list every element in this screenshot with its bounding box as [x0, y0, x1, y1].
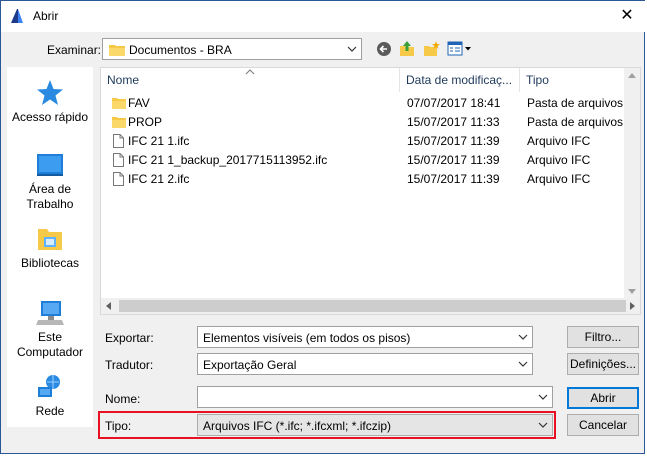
chevron-down-icon: [538, 394, 548, 400]
back-icon[interactable]: [376, 41, 392, 57]
sidebar-item-label: Rede: [35, 404, 65, 418]
horizontal-scrollbar[interactable]: [101, 298, 640, 314]
chevron-down-icon: [518, 361, 528, 367]
look-in-value: Documentos - BRA: [129, 43, 232, 57]
file-row[interactable]: IFC 21 2.ifc 15/07/2017 11:39 Arquivo IF…: [101, 170, 626, 189]
folder-icon: [112, 98, 126, 109]
file-type: Pasta de arquivos: [527, 115, 624, 129]
column-header-date[interactable]: Data de modificaç...: [400, 68, 519, 92]
scroll-down-icon[interactable]: [628, 289, 636, 294]
file-date: 15/07/2017 11:39: [407, 134, 500, 148]
file-type: Pasta de arquivos: [527, 96, 624, 110]
document-icon: [113, 134, 124, 148]
chevron-down-icon: [538, 422, 548, 428]
file-row[interactable]: FAV 07/07/2017 18:41 Pasta de arquivos: [101, 94, 626, 113]
sidebar-item-label: Área de Trabalho: [26, 182, 74, 211]
window-title: Abrir: [33, 9, 59, 23]
file-name: IFC 21 2.ifc: [128, 172, 190, 186]
star-icon: [37, 80, 63, 105]
places-sidebar: Acesso rápido Área de Trabalho Bibliotec…: [7, 67, 93, 427]
export-label: Exportar:: [105, 331, 154, 345]
libraries-icon: [38, 229, 62, 250]
export-combo[interactable]: Elementos visíveis (em todos os pisos): [197, 326, 533, 348]
sidebar-item-quick-access[interactable]: Acesso rápido: [7, 79, 93, 124]
up-folder-icon[interactable]: [399, 40, 416, 57]
file-date: 15/07/2017 11:33: [407, 115, 500, 129]
scrollbar-thumb[interactable]: [119, 300, 626, 312]
app-icon: [9, 8, 25, 24]
scroll-up-icon[interactable]: [628, 73, 636, 78]
type-label: Tipo:: [105, 419, 132, 433]
scroll-right-icon[interactable]: [630, 302, 635, 310]
chevron-down-icon: [347, 46, 357, 52]
column-header-type[interactable]: Tipo: [520, 68, 620, 92]
folder-icon: [112, 117, 126, 128]
translator-combo[interactable]: Exportação Geral: [197, 353, 533, 375]
chevron-down-icon: [518, 334, 528, 340]
file-row[interactable]: IFC 21 1_backup_2017715113952.ifc 15/07/…: [101, 151, 626, 170]
computer-icon: [36, 301, 64, 325]
sidebar-item-this-pc[interactable]: Este Computador: [7, 299, 93, 360]
sidebar-item-label: Este Computador: [16, 330, 84, 359]
sidebar-item-libraries[interactable]: Bibliotecas: [7, 225, 93, 270]
file-name-input[interactable]: [197, 386, 553, 408]
vertical-scrollbar[interactable]: [624, 68, 640, 299]
name-label: Nome:: [105, 392, 141, 406]
sidebar-item-desktop[interactable]: Área de Trabalho: [7, 151, 93, 212]
file-list[interactable]: Nome Data de modificaç... Tipo FAV 07/07…: [100, 67, 641, 315]
open-dialog: Abrir ✕ Examinar: Documentos - BRA Acess…: [0, 0, 646, 454]
settings-button[interactable]: Definições...: [567, 353, 639, 375]
look-in-label: Examinar:: [47, 43, 102, 57]
desktop-icon: [37, 154, 63, 176]
file-name: FAV: [128, 96, 150, 110]
look-in-combo[interactable]: Documentos - BRA: [102, 38, 362, 60]
file-date: 15/07/2017 11:39: [407, 153, 500, 167]
scroll-left-icon[interactable]: [106, 302, 111, 310]
view-menu-icon[interactable]: [447, 41, 473, 57]
file-name: PROP: [128, 115, 163, 129]
file-name: IFC 21 1_backup_2017715113952.ifc: [128, 153, 328, 167]
document-icon: [113, 153, 124, 167]
file-type-combo[interactable]: Arquivos IFC (*.ifc; *.ifcxml; *.ifczip): [197, 414, 553, 436]
cancel-button[interactable]: Cancelar: [567, 414, 639, 436]
open-button[interactable]: Abrir: [567, 387, 639, 409]
network-icon: [38, 375, 60, 397]
new-folder-icon[interactable]: [423, 41, 440, 57]
column-header-name[interactable]: Nome: [101, 68, 399, 92]
translator-value: Exportação Geral: [203, 358, 297, 372]
file-type: Arquivo IFC: [527, 153, 591, 167]
file-row[interactable]: PROP 15/07/2017 11:33 Pasta de arquivos: [101, 113, 626, 132]
file-date: 15/07/2017 11:39: [407, 172, 500, 186]
filter-button[interactable]: Filtro...: [567, 326, 639, 348]
file-date: 07/07/2017 18:41: [407, 96, 501, 110]
sidebar-item-label: Acesso rápido: [11, 110, 89, 124]
title-bar: Abrir ✕: [1, 1, 646, 32]
sort-up-icon: [245, 69, 255, 75]
close-button[interactable]: ✕: [616, 5, 638, 27]
folder-icon: [109, 45, 125, 56]
sidebar-item-network[interactable]: Rede: [7, 373, 93, 418]
sidebar-item-label: Bibliotecas: [20, 256, 80, 270]
file-type-value: Arquivos IFC (*.ifc; *.ifcxml; *.ifczip): [203, 419, 392, 433]
file-name: IFC 21 1.ifc: [128, 134, 190, 148]
export-value: Elementos visíveis (em todos os pisos): [203, 331, 411, 345]
file-type: Arquivo IFC: [527, 134, 591, 148]
file-type: Arquivo IFC: [527, 172, 591, 186]
document-icon: [113, 172, 124, 186]
translator-label: Tradutor:: [105, 358, 154, 372]
file-row[interactable]: IFC 21 1.ifc 15/07/2017 11:39 Arquivo IF…: [101, 132, 626, 151]
